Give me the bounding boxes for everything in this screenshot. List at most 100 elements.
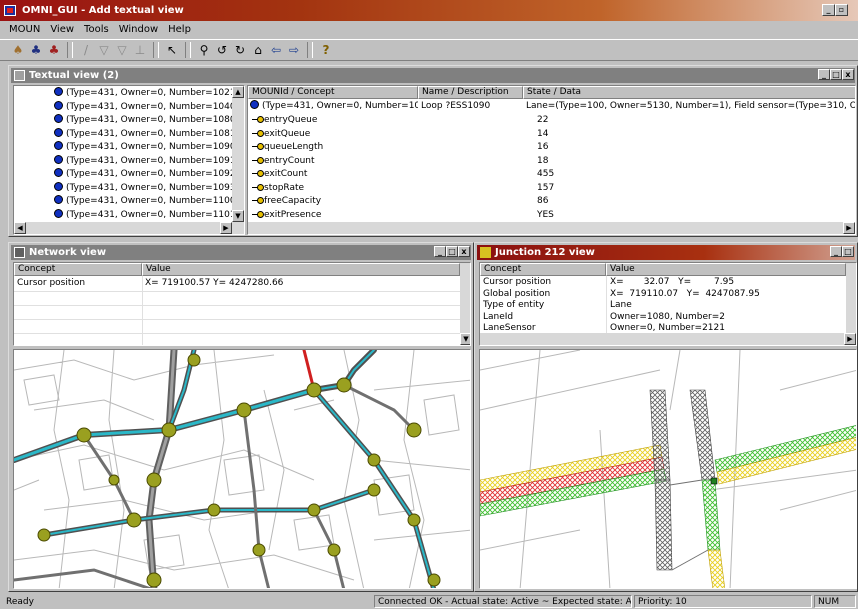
column-header-concept[interactable]: Concept	[480, 263, 606, 276]
attribute-icon	[252, 182, 264, 191]
attribute-concept[interactable]: freeCapacity	[252, 195, 417, 208]
tree-item[interactable]: (Type=431, Owner=0, Number=1092)	[54, 168, 239, 181]
scroll-right-button[interactable]: ▶	[220, 222, 232, 234]
column-header-concept[interactable]: Concept	[14, 263, 142, 276]
tree-item[interactable]: (Type=431, Owner=0, Number=1040)	[54, 100, 240, 114]
tree-item-label: (Type=431, Owner=0, Number=1100)	[66, 196, 240, 206]
lane-sensor-marker	[710, 477, 718, 485]
attribute-concept-label: stopRate	[264, 182, 305, 193]
tree-hscrollbar[interactable]: ◀ ▶	[14, 222, 244, 234]
maximize-button[interactable]: □	[842, 246, 854, 257]
column-header-name[interactable]: Name / Description	[418, 86, 523, 99]
junction-icon[interactable]: ♠	[10, 42, 26, 58]
column-header-state[interactable]: State / Data	[523, 86, 855, 99]
pencil-icon[interactable]: /	[78, 42, 94, 58]
filter-icon[interactable]: ▽	[96, 42, 112, 58]
tree-item[interactable]: (Type=431, Owner=0, Number=1021)	[54, 87, 239, 100]
filter-icon[interactable]: ▽	[114, 42, 130, 58]
rotate-left-icon[interactable]: ↺	[214, 42, 230, 58]
minimize-button[interactable]: _	[822, 4, 835, 16]
tree-item-label: (Type=431, Owner=0, Number=1021)	[66, 88, 240, 98]
scroll-down-button[interactable]: ▼	[232, 210, 244, 222]
column-header-value[interactable]: Value	[606, 263, 846, 276]
row-concept: LaneId	[483, 311, 514, 322]
scroll-right-button[interactable]: ▶	[844, 333, 856, 345]
vscrollbar[interactable]	[846, 263, 856, 333]
tree-item[interactable]: (Type=431, Owner=0, Number=1091)	[54, 154, 239, 168]
attribute-concept[interactable]: stopRate	[252, 182, 417, 195]
menu-moun[interactable]: MOUN	[4, 22, 45, 38]
scroll-down-button[interactable]: ▼	[460, 333, 470, 345]
title-bar: OMNI_GUI - Add textual view _ ▫	[0, 0, 858, 21]
junction-map-canvas[interactable]	[480, 350, 857, 589]
app-window: OMNI_GUI - Add textual view _ ▫ MOUN Vie…	[0, 0, 858, 609]
network-view-title-bar[interactable]: Network view _ □ x	[11, 245, 471, 260]
close-button[interactable]: x	[842, 69, 854, 80]
app-icon	[4, 5, 16, 16]
attribute-concept[interactable]: exitQueue	[252, 128, 417, 141]
row-concept: Type of entity	[483, 300, 545, 310]
attribute-value: 86	[537, 196, 549, 206]
menu-view[interactable]: View	[45, 22, 79, 38]
scroll-up-button[interactable]: ▲	[232, 86, 244, 98]
tree-item[interactable]: (Type=431, Owner=0, Number=1090)	[54, 141, 239, 154]
attribute-concept[interactable]: queueLength	[252, 141, 417, 154]
attribute-concept-label: exitCount	[264, 169, 308, 179]
attribute-concept[interactable]: exitCount	[252, 168, 417, 181]
attribute-concept[interactable]: entryCount	[252, 155, 417, 168]
tree-item[interactable]: (Type=431, Owner=0, Number=1081)	[54, 127, 239, 141]
pin-icon[interactable]: ⊥	[132, 42, 148, 58]
tree-vscrollbar[interactable]: ▲ ▼	[232, 86, 244, 222]
scroll-left-button[interactable]: ◀	[14, 222, 26, 234]
menu-window[interactable]: Window	[114, 22, 163, 38]
network-icon[interactable]: ♣	[28, 42, 44, 58]
attribute-concept[interactable]: exitPresence	[252, 209, 417, 222]
attribute-concept[interactable]: entryQueue	[252, 114, 417, 127]
minimize-button[interactable]: _	[434, 246, 446, 257]
tree-item[interactable]: (Type=431, Owner=0, Number=1101)	[54, 208, 239, 222]
junction-view-title: Junction 212 view	[495, 247, 595, 258]
help-icon[interactable]: ?	[318, 42, 334, 58]
close-button[interactable]: x	[458, 246, 470, 257]
maximize-button[interactable]: □	[446, 246, 458, 257]
column-header-value[interactable]: Value	[142, 263, 460, 276]
window-title: OMNI_GUI - Add textual view	[22, 5, 184, 16]
rotate-right-icon[interactable]: ↻	[232, 42, 248, 58]
attribute-icon	[252, 168, 264, 177]
tree-item[interactable]: (Type=431, Owner=0, Number=1100)	[54, 195, 239, 208]
minimize-button[interactable]: _	[830, 246, 842, 257]
column-header-concept[interactable]: MOUNId / Concept	[248, 86, 418, 99]
entity-icon	[250, 100, 259, 109]
entity-icon	[54, 127, 63, 137]
menu-help[interactable]: Help	[163, 22, 196, 38]
attribute-icon	[252, 128, 264, 137]
incident-icon[interactable]: ♣	[46, 42, 62, 58]
forward-icon[interactable]: ⇨	[286, 42, 302, 58]
network-info-table: Concept Value Cursor position X= 719100.…	[13, 262, 471, 346]
hscrollbar[interactable]: ▶	[480, 333, 856, 345]
detail-hscrollbar[interactable]: ▶	[248, 222, 855, 234]
restore-button[interactable]: ▫	[835, 4, 848, 16]
status-num: NUM	[814, 595, 856, 608]
network-map[interactable]	[13, 349, 471, 589]
status-bar: Ready Connected OK - Actual state: Activ…	[0, 594, 858, 609]
maximize-button[interactable]: □	[830, 69, 842, 80]
zoom-icon[interactable]: ⚲	[196, 42, 212, 58]
back-icon[interactable]: ⇦	[268, 42, 284, 58]
scroll-right-button[interactable]: ▶	[843, 222, 855, 234]
tree-item[interactable]: (Type=431, Owner=0, Number=1093)	[54, 181, 239, 195]
minimize-button[interactable]: _	[818, 69, 830, 80]
entity-icon	[54, 154, 63, 164]
junction-map[interactable]	[479, 349, 857, 589]
junction-view-title-bar[interactable]: Junction 212 view _ □	[477, 245, 855, 260]
menu-tools[interactable]: Tools	[79, 22, 114, 38]
vscrollbar[interactable]: ▼	[460, 263, 470, 345]
pointer-icon[interactable]: ↖	[164, 42, 180, 58]
attribute-value: YES	[537, 209, 554, 220]
tree-item[interactable]: (Type=431, Owner=0, Number=1080)	[54, 114, 239, 127]
home-icon[interactable]: ⌂	[250, 42, 266, 58]
textual-view-title-bar[interactable]: Textual view (2) _ □ x	[11, 68, 855, 83]
network-map-canvas[interactable]	[14, 350, 471, 589]
tree-item-label: (Type=431, Owner=0, Number=1040)	[66, 101, 240, 112]
root-row-concept[interactable]: (Type=431, Owner=0, Number=1090)	[250, 100, 418, 113]
